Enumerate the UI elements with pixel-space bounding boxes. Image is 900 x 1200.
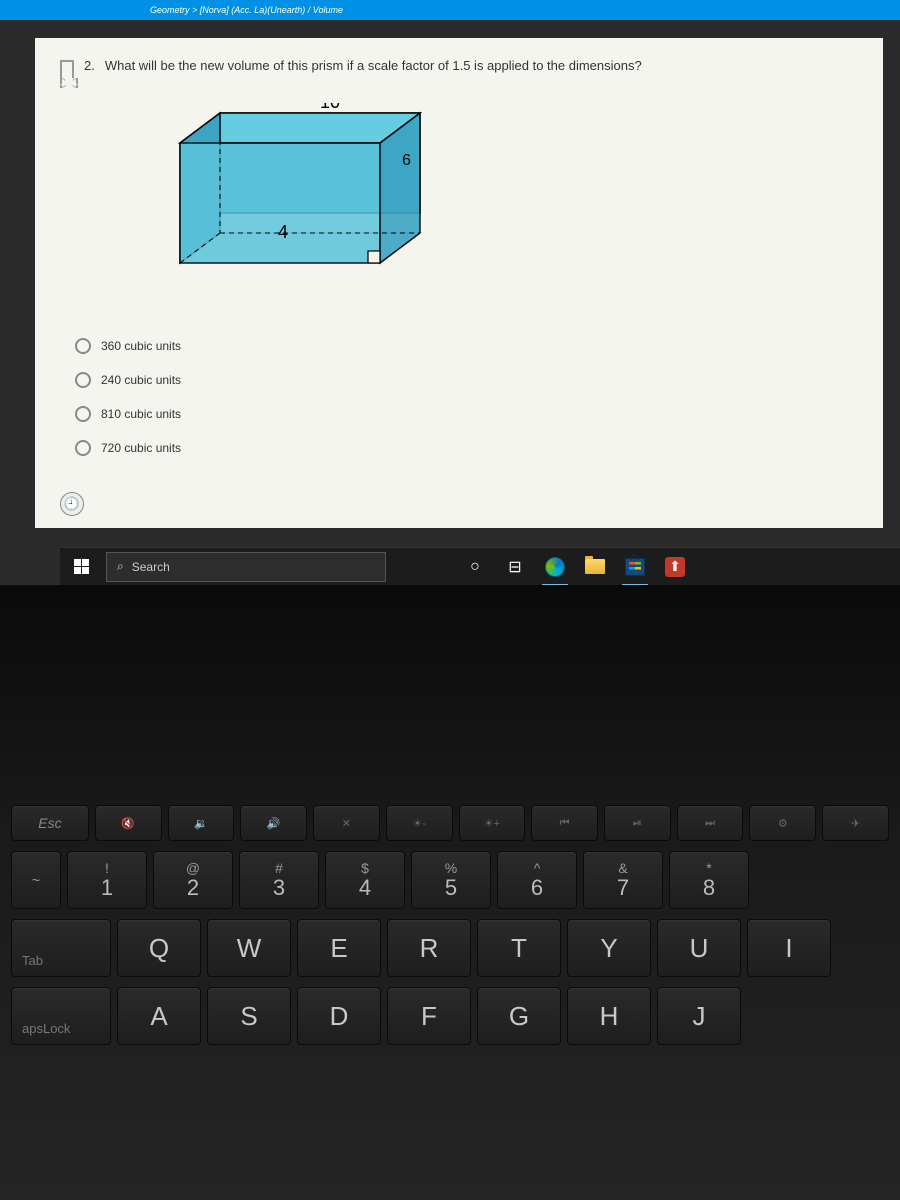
- key-i[interactable]: I: [747, 919, 831, 977]
- laptop-keyboard: Esc 🔇 🔉 🔊 ✕ ☀- ☀+ ⏮ ⏯ ⏭ ⚙ ✈ ~ !1 @2 #3 $…: [0, 585, 900, 1200]
- option-720[interactable]: 720 cubic units: [75, 440, 858, 456]
- key-f2[interactable]: 🔉: [168, 805, 235, 841]
- bookmark-icon[interactable]: [60, 60, 74, 78]
- key-j[interactable]: J: [657, 987, 741, 1045]
- option-label: 360 cubic units: [101, 339, 181, 353]
- prism-diagram: 10 6 4: [120, 103, 440, 313]
- key-t[interactable]: T: [477, 919, 561, 977]
- laptop-screen: Geometry > [Norva] (Acc. La)(Unearth) / …: [0, 0, 900, 585]
- key-r[interactable]: R: [387, 919, 471, 977]
- windows-icon: [74, 559, 89, 574]
- key-tab[interactable]: Tab: [11, 919, 111, 977]
- key-f5[interactable]: ☀-: [386, 805, 453, 841]
- key-a[interactable]: A: [117, 987, 201, 1045]
- option-360[interactable]: 360 cubic units: [75, 338, 858, 354]
- radio-icon[interactable]: [75, 406, 91, 422]
- key-5[interactable]: %5: [411, 851, 491, 909]
- key-q[interactable]: Q: [117, 919, 201, 977]
- windows-taskbar: ⌕ Search ○ ⊟ ⬆: [60, 547, 900, 585]
- key-w[interactable]: W: [207, 919, 291, 977]
- question-text: What will be the new volume of this pris…: [105, 58, 642, 73]
- dim-length: 10: [320, 103, 340, 112]
- radio-icon[interactable]: [75, 372, 91, 388]
- answer-options: 360 cubic units 240 cubic units 810 cubi…: [75, 338, 858, 456]
- radio-icon[interactable]: [75, 338, 91, 354]
- key-s[interactable]: S: [207, 987, 291, 1045]
- key-capslock[interactable]: apsLock: [11, 987, 111, 1045]
- key-f6[interactable]: ☀+: [459, 805, 526, 841]
- taskbar-search[interactable]: ⌕ Search: [106, 552, 386, 582]
- key-3[interactable]: #3: [239, 851, 319, 909]
- radio-icon[interactable]: [75, 440, 91, 456]
- option-label: 720 cubic units: [101, 441, 181, 455]
- microsoft-store-icon[interactable]: [616, 548, 654, 586]
- key-2[interactable]: @2: [153, 851, 233, 909]
- key-f11[interactable]: ✈: [822, 805, 889, 841]
- search-placeholder: Search: [132, 560, 170, 574]
- question-number: 2.: [84, 58, 95, 73]
- key-esc[interactable]: Esc: [11, 805, 89, 841]
- edge-browser-icon[interactable]: [536, 548, 574, 586]
- key-f1[interactable]: 🔇: [95, 805, 162, 841]
- file-explorer-icon[interactable]: [576, 548, 614, 586]
- option-label: 810 cubic units: [101, 407, 181, 421]
- cortana-icon[interactable]: ○: [456, 548, 494, 586]
- option-label: 240 cubic units: [101, 373, 181, 387]
- key-y[interactable]: Y: [567, 919, 651, 977]
- key-e[interactable]: E: [297, 919, 381, 977]
- key-h[interactable]: H: [567, 987, 651, 1045]
- question-panel: 2. What will be the new volume of this p…: [35, 38, 883, 528]
- option-810[interactable]: 810 cubic units: [75, 406, 858, 422]
- key-f10[interactable]: ⚙: [749, 805, 816, 841]
- key-f8[interactable]: ⏯: [604, 805, 671, 841]
- key-g[interactable]: G: [477, 987, 561, 1045]
- option-240[interactable]: 240 cubic units: [75, 372, 858, 388]
- key-7[interactable]: &7: [583, 851, 663, 909]
- key-6[interactable]: ^6: [497, 851, 577, 909]
- key-tilde[interactable]: ~: [11, 851, 61, 909]
- key-f4[interactable]: ✕: [313, 805, 380, 841]
- key-8[interactable]: *8: [669, 851, 749, 909]
- question-row: 2. What will be the new volume of this p…: [60, 58, 858, 78]
- key-4[interactable]: $4: [325, 851, 405, 909]
- key-d[interactable]: D: [297, 987, 381, 1045]
- key-f7[interactable]: ⏮: [531, 805, 598, 841]
- dim-width: 6: [402, 152, 411, 169]
- breadcrumb-bar: Geometry > [Norva] (Acc. La)(Unearth) / …: [0, 0, 900, 20]
- key-f9[interactable]: ⏭: [677, 805, 744, 841]
- start-button[interactable]: [60, 548, 102, 586]
- key-f[interactable]: F: [387, 987, 471, 1045]
- task-view-icon[interactable]: ⊟: [496, 548, 534, 586]
- key-u[interactable]: U: [657, 919, 741, 977]
- breadcrumb: Geometry > [Norva] (Acc. La)(Unearth) / …: [150, 5, 343, 15]
- dim-height: 4: [278, 222, 288, 242]
- search-icon: ⌕: [117, 559, 124, 574]
- timer-button[interactable]: 🕘: [60, 492, 84, 516]
- key-f3[interactable]: 🔊: [240, 805, 307, 841]
- app-icon[interactable]: ⬆: [656, 548, 694, 586]
- key-1[interactable]: !1: [67, 851, 147, 909]
